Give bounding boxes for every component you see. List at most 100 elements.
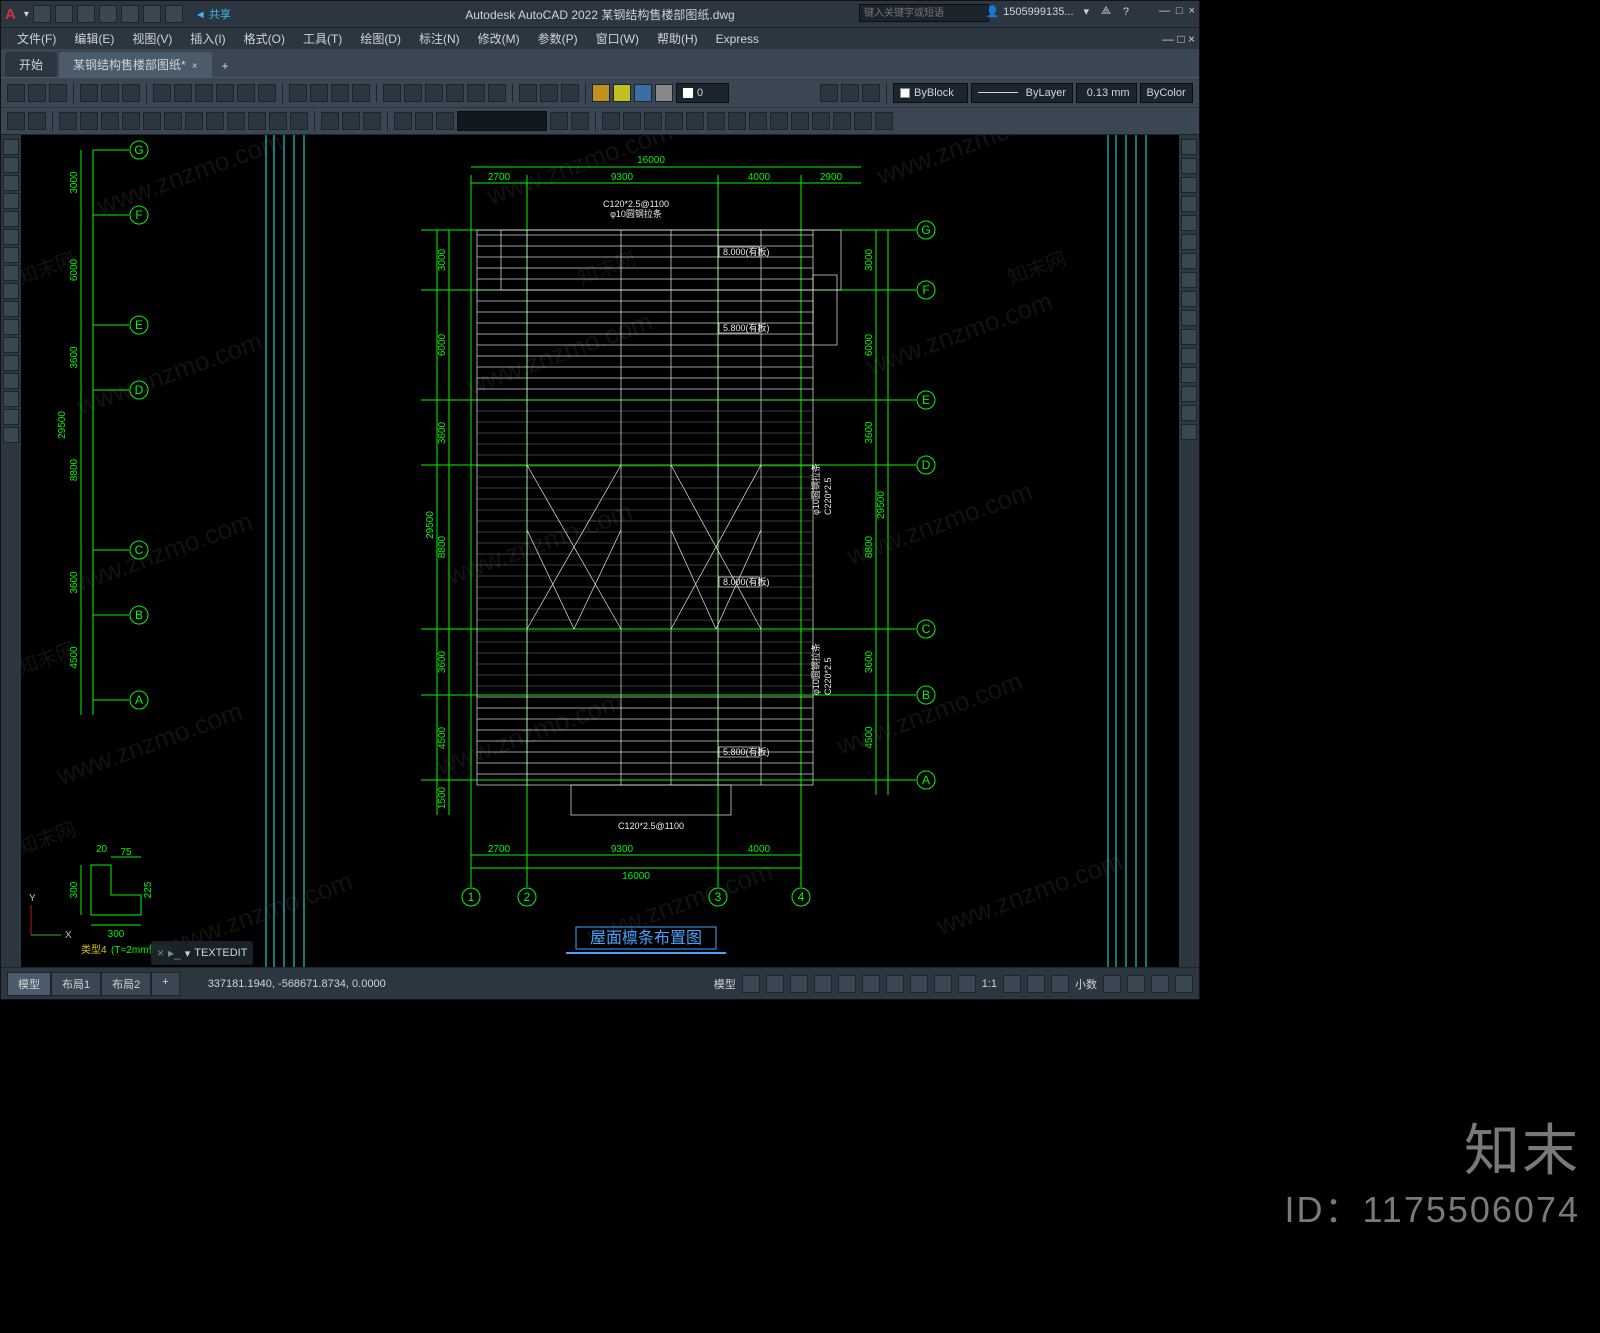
draw-arc-icon[interactable]: [3, 193, 19, 209]
menu-draw[interactable]: 绘图(D): [352, 28, 409, 49]
qat-open-icon[interactable]: [55, 5, 73, 23]
draw-ray-icon[interactable]: [3, 409, 19, 425]
modify-rotate-icon[interactable]: [1181, 253, 1197, 269]
dim-tool-icon[interactable]: [571, 112, 589, 130]
tool-icon[interactable]: [216, 84, 234, 102]
layout-2[interactable]: 布局2: [101, 972, 151, 996]
modify-tool-icon[interactable]: [812, 112, 830, 130]
tool-icon[interactable]: [446, 84, 464, 102]
tool-icon[interactable]: [862, 84, 880, 102]
qat-new-icon[interactable]: [33, 5, 51, 23]
draw-circle-icon[interactable]: [3, 175, 19, 191]
tool-icon[interactable]: [258, 84, 276, 102]
modify-trim-icon[interactable]: [1181, 310, 1197, 326]
cmdline-chevron-icon[interactable]: ▸_: [168, 946, 181, 960]
modify-extend-icon[interactable]: [1181, 329, 1197, 345]
modify-tool-icon[interactable]: [728, 112, 746, 130]
menu-modify[interactable]: 修改(M): [470, 28, 528, 49]
menu-help[interactable]: 帮助(H): [649, 28, 706, 49]
dim-tool-icon[interactable]: [80, 112, 98, 130]
plotstyle-combo[interactable]: ByColor: [1140, 83, 1193, 103]
menu-dim[interactable]: 标注(N): [411, 28, 468, 49]
search-input[interactable]: [859, 4, 989, 22]
modify-tool-icon[interactable]: [854, 112, 872, 130]
dim-tool-icon[interactable]: [269, 112, 287, 130]
status-iso-icon[interactable]: [1127, 975, 1145, 993]
modify-scale-icon[interactable]: [1181, 272, 1197, 288]
layer-lock-icon[interactable]: [655, 84, 673, 102]
tool-icon[interactable]: [174, 84, 192, 102]
color-combo[interactable]: ByBlock: [893, 83, 968, 103]
tab-new[interactable]: +: [214, 55, 237, 77]
status-trans-icon[interactable]: [910, 975, 928, 993]
status-gear-icon[interactable]: [1003, 975, 1021, 993]
qat-redo-icon[interactable]: [165, 5, 183, 23]
tool-icon[interactable]: [561, 84, 579, 102]
dim-tool-icon[interactable]: [290, 112, 308, 130]
status-polar-icon[interactable]: [814, 975, 832, 993]
modify-move-icon[interactable]: [1181, 234, 1197, 250]
menu-tools[interactable]: 工具(T): [295, 28, 350, 49]
status-osnap-icon[interactable]: [838, 975, 856, 993]
tool-icon[interactable]: [404, 84, 422, 102]
modify-fillet-icon[interactable]: [1181, 405, 1197, 421]
tool-icon[interactable]: [425, 84, 443, 102]
user-menu[interactable]: 👤 1505999135... ▾ ⟁ ?: [985, 5, 1129, 18]
qat-saveas-icon[interactable]: [99, 5, 117, 23]
modify-tool-icon[interactable]: [749, 112, 767, 130]
tool-icon[interactable]: [122, 84, 140, 102]
status-cycle-icon[interactable]: [934, 975, 952, 993]
modify-mirror-icon[interactable]: [1181, 177, 1197, 193]
draw-hatch-icon[interactable]: [3, 265, 19, 281]
tool-icon[interactable]: [80, 84, 98, 102]
status-otrack-icon[interactable]: [862, 975, 880, 993]
status-model[interactable]: 模型: [714, 976, 736, 992]
modify-explode-icon[interactable]: [1181, 424, 1197, 440]
dim-tool-icon[interactable]: [28, 112, 46, 130]
qat-save-icon[interactable]: [77, 5, 95, 23]
layer-icon[interactable]: [592, 84, 610, 102]
qat-plot-icon[interactable]: [121, 5, 139, 23]
modify-tool-icon[interactable]: [833, 112, 851, 130]
max-button[interactable]: □: [1176, 5, 1183, 17]
draw-rect-icon[interactable]: [3, 211, 19, 227]
modify-join-icon[interactable]: [1181, 367, 1197, 383]
modify-copy-icon[interactable]: [1181, 158, 1197, 174]
modify-tool-icon[interactable]: [644, 112, 662, 130]
tool-icon[interactable]: [28, 84, 46, 102]
dim-tool-icon[interactable]: [101, 112, 119, 130]
draw-xline-icon[interactable]: [3, 391, 19, 407]
draw-point-icon[interactable]: [3, 283, 19, 299]
tool-icon[interactable]: [488, 84, 506, 102]
logo-caret-icon[interactable]: ▾: [24, 9, 29, 20]
tool-icon[interactable]: [841, 84, 859, 102]
qat-undo-icon[interactable]: [143, 5, 161, 23]
status-snap-icon[interactable]: [766, 975, 784, 993]
status-ws-icon[interactable]: [1027, 975, 1045, 993]
lineweight-combo[interactable]: 0.13 mm: [1076, 83, 1137, 103]
dim-tool-icon[interactable]: [164, 112, 182, 130]
tool-icon[interactable]: [467, 84, 485, 102]
tool-icon[interactable]: [383, 84, 401, 102]
status-mon-icon[interactable]: [1051, 975, 1069, 993]
tool-icon[interactable]: [7, 84, 25, 102]
tool-icon[interactable]: [289, 84, 307, 102]
modify-tool-icon[interactable]: [602, 112, 620, 130]
tool-icon[interactable]: [101, 84, 119, 102]
tool-icon[interactable]: [331, 84, 349, 102]
dimstyle-combo[interactable]: [457, 111, 547, 131]
dim-tool-icon[interactable]: [143, 112, 161, 130]
draw-region-icon[interactable]: [3, 301, 19, 317]
modify-tool-icon[interactable]: [791, 112, 809, 130]
tool-icon[interactable]: [310, 84, 328, 102]
draw-table-icon[interactable]: [3, 337, 19, 353]
modify-chamfer-icon[interactable]: [1181, 386, 1197, 402]
modify-tool-icon[interactable]: [707, 112, 725, 130]
menu-edit[interactable]: 编辑(E): [66, 28, 122, 49]
menu-window[interactable]: 窗口(W): [588, 28, 647, 49]
modify-offset-icon[interactable]: [1181, 196, 1197, 212]
dim-tool-icon[interactable]: [206, 112, 224, 130]
menu-param[interactable]: 参数(P): [530, 28, 586, 49]
draw-pline-icon[interactable]: [3, 157, 19, 173]
status-scale[interactable]: 1:1: [982, 978, 997, 990]
